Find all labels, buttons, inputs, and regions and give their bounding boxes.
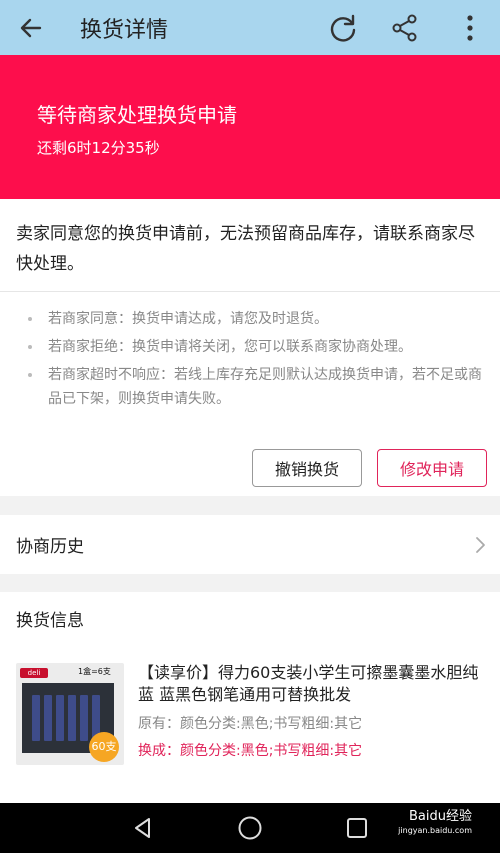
nav-back-button[interactable] — [128, 813, 158, 843]
notice-card: 卖家同意您的换货申请前，无法预留商品库存，请联系商家尽快处理。 若商家同意：换货… — [0, 199, 500, 496]
brand-logo: deli — [20, 668, 48, 678]
exchange-info-card: 换货信息 deli 1盒=6支 60支 【读享价】得力60支装小学生可擦墨囊墨水… — [0, 592, 500, 785]
exchange-info-heading: 换货信息 — [16, 611, 84, 631]
exchange-spec: 换成：颜色分类:黑色;书写粗细:其它 — [138, 743, 363, 759]
product-image[interactable]: deli 1盒=6支 60支 — [16, 663, 124, 765]
ink-cartridge — [68, 695, 76, 741]
more-button[interactable] — [450, 0, 490, 55]
notice-message: 卖家同意您的换货申请前，无法预留商品库存，请联系商家尽快处理。 — [16, 224, 475, 274]
home-circle-icon — [238, 816, 262, 840]
recents-square-icon — [346, 818, 367, 838]
box-label: 1盒=6支 — [78, 667, 111, 676]
nav-home-button[interactable] — [235, 813, 265, 843]
rule-text: 若商家同意：换货申请达成，请您及时退货。 — [48, 311, 328, 327]
original-spec: 原有：颜色分类:黑色;书写粗细:其它 — [138, 716, 363, 732]
rules-list: 若商家同意：换货申请达成，请您及时退货。 若商家拒绝：换货申请将关闭，您可以联系… — [28, 307, 488, 415]
nav-recents-button[interactable] — [342, 813, 372, 843]
back-arrow-icon — [20, 18, 42, 37]
negotiation-history-row[interactable]: 协商历史 — [0, 515, 500, 574]
share-icon — [392, 14, 417, 41]
status-title: 等待商家处理换货申请 — [37, 103, 237, 127]
share-button[interactable] — [385, 0, 425, 55]
back-triangle-icon — [135, 818, 151, 838]
quantity-badge: 60支 — [89, 732, 119, 762]
product-title[interactable]: 【读享价】得力60支装小学生可擦墨囊墨水胆纯蓝 蓝黑色钢笔通用可替换批发 — [138, 662, 484, 706]
more-vert-icon — [467, 14, 473, 41]
modify-request-button[interactable]: 修改申请 — [377, 449, 487, 487]
app-bar: 换货详情 — [0, 0, 500, 55]
ink-cartridge — [56, 695, 64, 741]
baidu-watermark: Baidu经验 jingyan.baidu.com — [398, 808, 472, 836]
page-title: 换货详情 — [80, 17, 169, 43]
ink-cartridge — [80, 695, 88, 741]
bullet-dot — [28, 317, 32, 321]
ink-cartridge — [44, 695, 52, 741]
rule-text: 若商家超时不响应：若线上库存充足则默认达成换货申请，若不足或商品已下架，则换货申… — [48, 367, 482, 407]
refresh-icon — [330, 14, 356, 42]
bullet-dot — [28, 373, 32, 377]
watermark-text: Baidu经验 — [409, 809, 472, 824]
chevron-right-icon — [476, 536, 485, 553]
cancel-exchange-button[interactable]: 撤销换货 — [252, 449, 362, 487]
divider — [0, 291, 500, 292]
back-button[interactable] — [18, 0, 58, 55]
rule-text: 若商家拒绝：换货申请将关闭，您可以联系商家协商处理。 — [48, 339, 412, 355]
refresh-button[interactable] — [323, 0, 363, 55]
status-banner: 等待商家处理换货申请 还剩6时12分35秒 — [0, 55, 500, 199]
ink-cartridge — [32, 695, 40, 741]
negotiation-history-label: 协商历史 — [16, 537, 84, 557]
watermark-url: jingyan.baidu.com — [398, 826, 472, 835]
bullet-dot — [28, 345, 32, 349]
rule-item: 若商家同意：换货申请达成，请您及时退货。 — [28, 307, 488, 331]
countdown-timer: 还剩6时12分35秒 — [37, 139, 160, 157]
next-section-peek — [0, 785, 500, 803]
rule-item: 若商家超时不响应：若线上库存充足则默认达成换货申请，若不足或商品已下架，则换货申… — [28, 363, 488, 411]
rule-item: 若商家拒绝：换货申请将关闭，您可以联系商家协商处理。 — [28, 335, 488, 359]
